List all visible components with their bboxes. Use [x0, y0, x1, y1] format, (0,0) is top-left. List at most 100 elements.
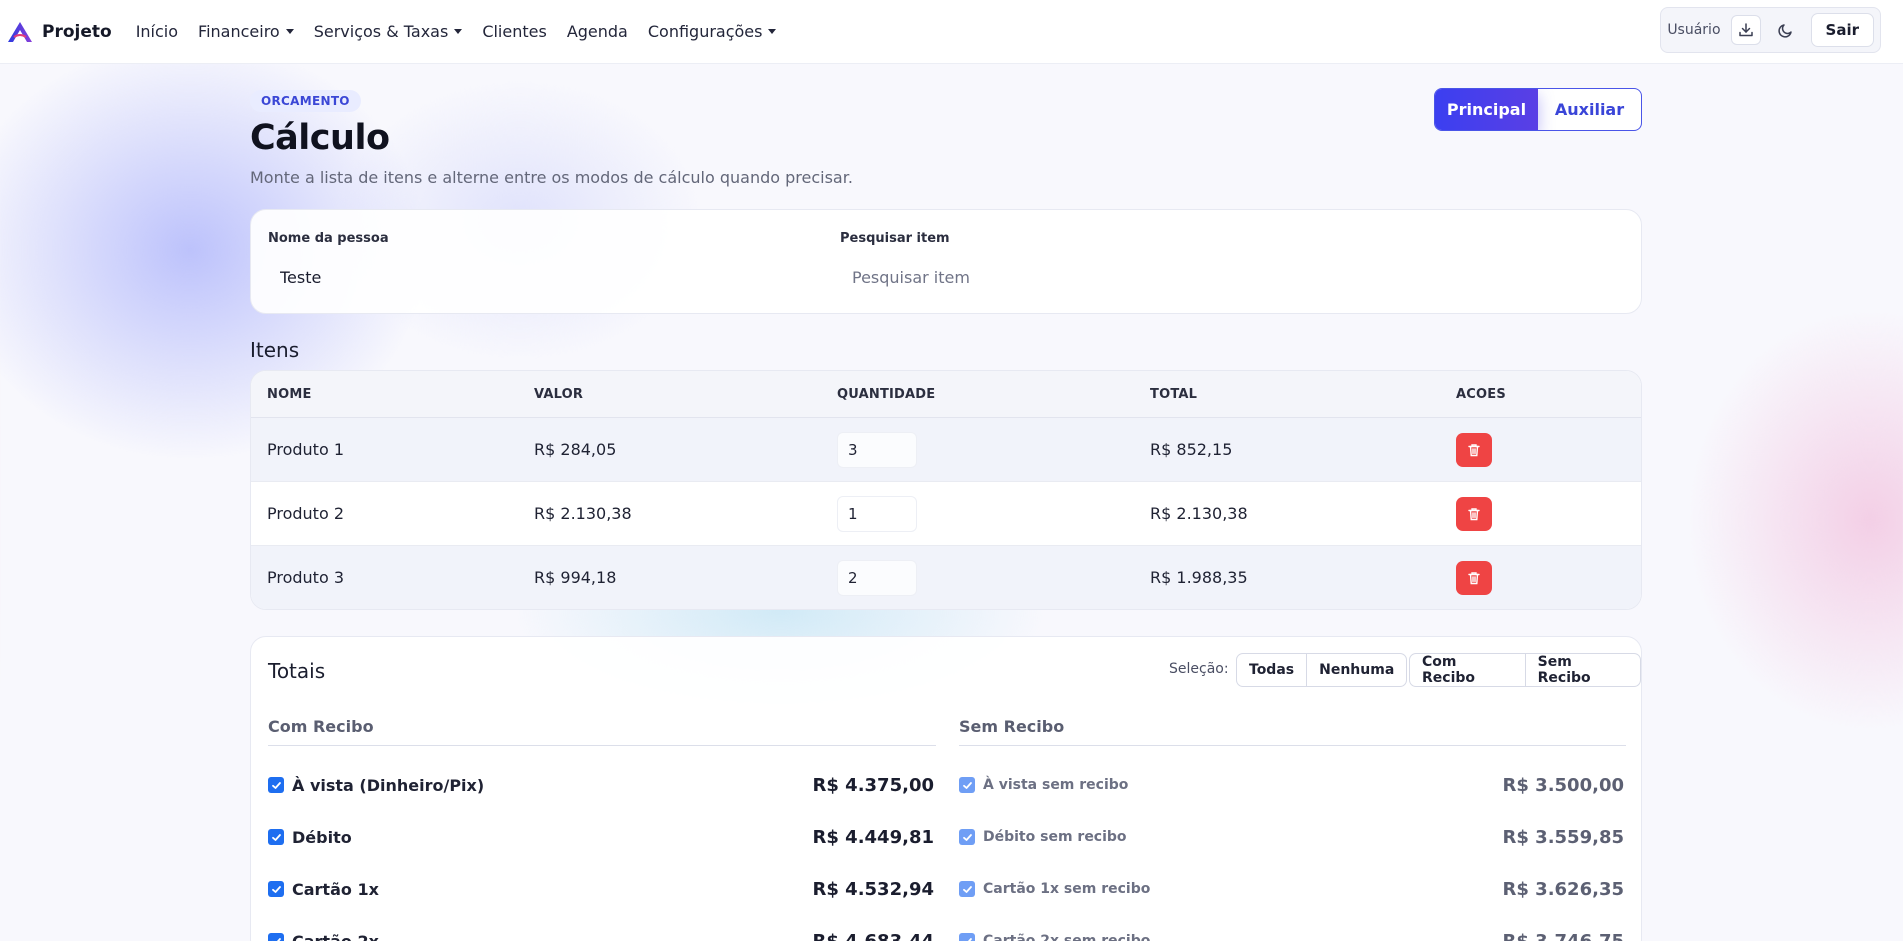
- page-badge: ORCAMENTO: [250, 90, 361, 112]
- payment-option-label: Cartão 2x sem recibo: [983, 933, 1151, 941]
- checkbox[interactable]: [268, 881, 284, 897]
- trash-icon: [1468, 508, 1480, 521]
- nav-item-label: Clientes: [482, 22, 547, 41]
- caret-down-icon: [285, 29, 294, 34]
- moon-icon: [1777, 24, 1792, 38]
- table-row: Produto 2 R$ 2.130,38 R$ 2.130,38: [251, 482, 1641, 546]
- item-name: Produto 1: [267, 440, 345, 459]
- nav-item-clientes[interactable]: Clientes: [482, 22, 547, 41]
- user-area: Usuário Sair: [1660, 7, 1881, 53]
- payment-option-value: R$ 3.626,35: [1502, 879, 1624, 900]
- payment-option-label: Cartão 2x: [292, 931, 379, 941]
- payment-option-cartao-2x-sem-recibo[interactable]: Cartão 2x sem recibo: [959, 929, 1150, 941]
- nav-item-label: Financeiro: [198, 22, 280, 41]
- select-none-button[interactable]: Nenhuma: [1306, 654, 1406, 686]
- item-total: R$ 2.130,38: [1150, 504, 1248, 523]
- checkbox[interactable]: [268, 829, 284, 845]
- top-navbar: Projeto Início Financeiro Serviços & Tax…: [0, 0, 1903, 64]
- without-receipt-title: Sem Recibo: [959, 717, 1065, 736]
- table-header: NOME VALOR QUANTIDADE TOTAL ACOES: [251, 371, 1641, 418]
- check-icon: [962, 937, 972, 941]
- payment-option-value: R$ 3.746,75: [1503, 931, 1624, 941]
- nav-item-label: Serviços & Taxas: [313, 22, 449, 41]
- nav-item-label: Configurações: [647, 22, 763, 41]
- checkbox[interactable]: [959, 829, 975, 845]
- checkbox[interactable]: [959, 777, 975, 793]
- payment-option-debito[interactable]: Débito: [268, 825, 352, 849]
- search-item-input[interactable]: [840, 258, 1620, 296]
- brand-logo-icon: [8, 21, 32, 42]
- logout-button[interactable]: Sair: [1810, 13, 1874, 47]
- checkbox[interactable]: [268, 777, 284, 793]
- payment-option-value: R$ 4.683,44: [813, 931, 934, 941]
- select-all-button[interactable]: Todas: [1237, 654, 1306, 686]
- filter-without-receipt-button[interactable]: Sem Recibo: [1524, 654, 1640, 686]
- download-button[interactable]: [1730, 15, 1761, 45]
- delete-item-button[interactable]: [1456, 433, 1492, 467]
- column-header-nome: NOME: [267, 387, 312, 402]
- payment-option-label: Cartão 1x sem recibo: [983, 881, 1151, 897]
- delete-item-button[interactable]: [1456, 561, 1492, 595]
- checkbox[interactable]: [959, 933, 975, 941]
- table-row: Produto 3 R$ 994,18 R$ 1.988,35: [251, 546, 1641, 609]
- check-icon: [271, 781, 281, 789]
- item-value: R$ 2.130,38: [534, 504, 632, 523]
- with-receipt-title: Com Recibo: [268, 717, 374, 736]
- payment-option-cartao-2x[interactable]: Cartão 2x: [268, 929, 379, 941]
- nav-item-label: Início: [135, 22, 179, 41]
- search-item-label: Pesquisar item: [840, 231, 950, 246]
- item-quantity-input[interactable]: [837, 496, 917, 532]
- nav-item-financeiro[interactable]: Financeiro: [198, 22, 294, 41]
- checkbox[interactable]: [959, 881, 975, 897]
- table-row: Produto 1 R$ 284,05 R$ 852,15: [251, 418, 1641, 482]
- divider: [268, 745, 936, 746]
- item-value: R$ 284,05: [534, 440, 617, 459]
- check-icon: [271, 885, 281, 893]
- check-icon: [271, 833, 281, 841]
- items-section-title: Itens: [250, 338, 300, 362]
- nav-item-agenda[interactable]: Agenda: [567, 22, 628, 41]
- payment-option-avista-sem-recibo[interactable]: À vista sem recibo: [959, 773, 1128, 797]
- nav-item-servicos-taxas[interactable]: Serviços & Taxas: [314, 22, 463, 41]
- payment-option-value: R$ 3.500,00: [1502, 775, 1624, 796]
- nav-item-inicio[interactable]: Início: [136, 22, 178, 41]
- brand-name: Projeto: [42, 21, 112, 42]
- receipt-filter-group: Com Recibo Sem Recibo: [1409, 653, 1641, 687]
- payment-option-label: À vista sem recibo: [983, 777, 1129, 793]
- person-name-input[interactable]: [268, 258, 808, 296]
- selection-label: Seleção:: [1169, 661, 1229, 677]
- item-quantity-input[interactable]: [837, 560, 917, 596]
- selection-button-group: Todas Nenhuma: [1236, 653, 1408, 687]
- divider: [959, 745, 1626, 746]
- items-table: NOME VALOR QUANTIDADE TOTAL ACOES Produt…: [250, 370, 1642, 610]
- checkbox[interactable]: [268, 933, 284, 941]
- item-quantity-input[interactable]: [837, 432, 917, 468]
- check-icon: [962, 781, 972, 789]
- delete-item-button[interactable]: [1456, 497, 1492, 531]
- theme-toggle-button[interactable]: [1771, 15, 1801, 45]
- column-header-valor: VALOR: [534, 387, 584, 402]
- nav-item-configuracoes[interactable]: Configurações: [648, 22, 777, 41]
- item-name: Produto 3: [267, 568, 345, 587]
- payment-option-cartao-1x[interactable]: Cartão 1x: [268, 877, 379, 901]
- item-total: R$ 852,15: [1150, 440, 1233, 459]
- filter-with-receipt-button[interactable]: Com Recibo: [1410, 654, 1525, 686]
- payment-option-value: R$ 4.449,81: [812, 827, 934, 848]
- payment-option-debito-sem-recibo[interactable]: Débito sem recibo: [959, 825, 1127, 849]
- payment-option-cartao-1x-sem-recibo[interactable]: Cartão 1x sem recibo: [959, 877, 1150, 901]
- check-icon: [962, 885, 972, 893]
- brand[interactable]: Projeto: [6, 21, 112, 43]
- column-header-quantidade: QUANTIDADE: [837, 387, 936, 402]
- totals-card: Totais Seleção: Todas Nenhuma Com Recibo…: [250, 636, 1642, 941]
- mode-principal-button[interactable]: Principal: [1435, 89, 1538, 130]
- mode-auxiliar-button[interactable]: Auxiliar: [1538, 89, 1641, 130]
- payment-option-label: Cartão 1x: [292, 879, 379, 899]
- payment-option-label: Débito: [292, 827, 352, 847]
- item-name: Produto 2: [267, 504, 345, 523]
- person-search-card: Nome da pessoa Pesquisar item: [250, 209, 1642, 314]
- download-icon: [1738, 23, 1753, 37]
- payment-option-avista[interactable]: À vista (Dinheiro/Pix): [268, 773, 484, 797]
- payment-option-value: R$ 4.375,00: [812, 775, 934, 796]
- payment-option-label: À vista (Dinheiro/Pix): [292, 775, 485, 795]
- column-header-acoes: ACOES: [1456, 387, 1506, 402]
